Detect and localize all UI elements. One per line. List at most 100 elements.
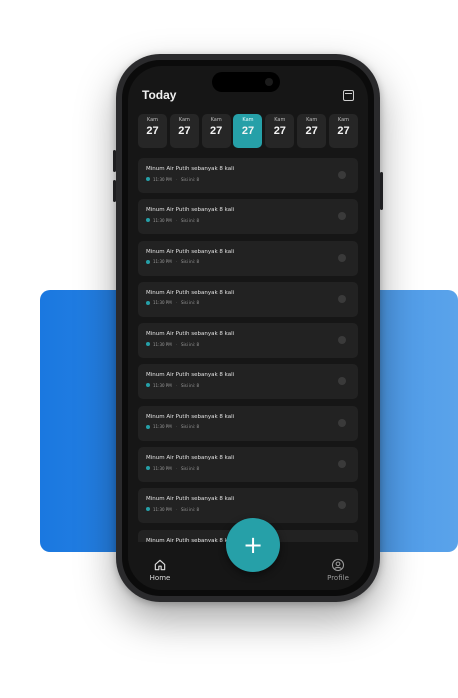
task-time: 11:30 PM [153,300,172,306]
checkbox-circle-icon[interactable] [338,171,346,179]
task-item[interactable]: Minum Air Putih sebanyak 8 kali 11:30 PM·… [138,364,358,400]
task-meta: 11:30 PM·Sisi ini: 8 [146,506,199,512]
date-strip: Kam 27 Kam 27 Kam 27 Kam 27 Kam 27 Kam 27 Kam 27 [138,114,358,148]
date-chip-number: 27 [146,125,159,137]
task-title: Minum Air Putih sebanyak 8 kali [146,248,235,255]
camera-dot [265,78,273,86]
meta-separator: · [175,382,177,388]
date-chip-day: Kam [337,117,350,123]
date-chip-day: Kam [274,117,286,123]
task-item[interactable]: Minum Air Putih sebanyak 8 kali 11:30 PM·… [138,281,358,317]
app-screen: Today Kam 27 Kam 27 Kam 27 Kam 27 Kam 27 Kam 27 Kam 2… [128,66,368,590]
task-meta: 11:30 PM·Sisi ini: 8 [146,259,199,265]
task-time: 11:30 PM [153,382,172,388]
task-meta: 11:30 PM·Sisi ini: 8 [146,424,199,430]
meta-separator: · [175,424,177,430]
checkbox-circle-icon[interactable] [338,460,346,469]
checkbox-circle-icon[interactable] [338,336,346,345]
date-chip[interactable]: Kam 27 [265,114,295,148]
meta-separator: · [175,506,177,512]
task-time: 11:30 PM [153,217,172,223]
checkbox-circle-icon[interactable] [338,418,346,427]
date-chip[interactable]: Kam 27 [297,114,327,148]
task-item[interactable]: Minum Air Putih sebanyak 8 kali 11:30 PM·… [138,447,358,483]
phone-bezel: Today Kam 27 Kam 27 Kam 27 Kam 27 Kam 27 Kam 27 Kam 2… [122,60,374,596]
task-meta: 11:30 PM·Sisi ini: 8 [146,176,199,182]
volume-down-button [113,180,116,202]
date-chip-number: 27 [241,125,255,137]
date-chip-number: 27 [273,125,286,137]
task-time: 11:30 PM [153,465,172,471]
task-item[interactable]: Minum Air Putih sebanyak 8 kali 11:30 PM·… [138,323,358,359]
status-dot-icon [146,342,150,347]
task-meta: 11:30 PM·Sisi ini: 8 [146,465,199,471]
task-title: Minum Air Putih sebanyak 8 kali [146,289,235,296]
date-chip-selected[interactable]: Kam 27 [233,114,263,148]
profile-icon [331,558,345,572]
checkbox-circle-icon[interactable] [338,501,346,510]
meta-separator: · [175,217,177,223]
checkbox-circle-icon[interactable] [338,212,346,221]
task-item[interactable]: Minum Air Putih sebanyak 8 kali 11:30 PM·… [138,199,358,235]
task-meta: 11:30 PM·Sisi ini: 8 [146,300,199,306]
task-meta: 11:30 PM·Sisi ini: 8 [146,382,199,388]
task-info: Sisi ini: 8 [180,506,199,512]
status-dot-icon [146,259,150,264]
date-chip-day: Kam [210,117,222,123]
task-meta: 11:30 PM·Sisi ini: 8 [146,217,199,223]
task-time: 11:30 PM [153,176,172,182]
date-chip-number: 27 [337,125,350,137]
date-chip-number: 27 [305,125,318,137]
presentation-stage: Today Kam 27 Kam 27 Kam 27 Kam 27 Kam 27 Kam 27 Kam 2… [0,0,458,698]
date-chip[interactable]: Kam 27 [328,114,358,148]
task-title: Minum Air Putih sebanyak 8 kali [146,207,235,214]
nav-home[interactable]: Home [140,558,180,582]
add-task-button[interactable]: + [226,518,280,572]
status-dot-icon [146,218,150,223]
task-time: 11:30 PM [153,424,172,430]
date-chip-day: Kam [242,117,254,123]
task-title: Minum Air Putih sebanyak 8 kali [146,166,235,172]
task-item[interactable]: Minum Air Putih sebanyak 8 kali 11:30 PM·… [138,158,358,193]
app-header: Today [142,88,354,106]
date-chip[interactable]: Kam 27 [138,114,167,148]
nav-profile-label: Profile [327,574,349,582]
date-chip-number: 27 [178,125,191,137]
phone-mockup: Today Kam 27 Kam 27 Kam 27 Kam 27 Kam 27 Kam 27 Kam 2… [113,54,383,602]
checkbox-circle-icon[interactable] [338,377,346,386]
bottom-nav: Home + Profile [128,518,368,590]
task-info: Sisi ini: 8 [180,176,199,182]
nav-profile[interactable]: Profile [318,558,358,582]
meta-separator: · [175,341,177,347]
task-time: 11:30 PM [153,341,172,347]
task-title: Minum Air Putih sebanyak 8 kali [146,455,235,462]
task-meta: 11:30 PM·Sisi ini: 8 [146,341,199,347]
calendar-icon[interactable] [343,90,354,101]
task-item[interactable]: Minum Air Putih sebanyak 8 kali 11:30 PM·… [138,405,358,441]
status-dot-icon [146,300,150,305]
task-title: Minum Air Putih sebanyak 8 kali [146,413,235,420]
date-chip-day: Kam [306,117,318,123]
volume-up-button [113,150,116,172]
meta-separator: · [175,259,177,265]
meta-separator: · [175,176,177,182]
task-info: Sisi ini: 8 [180,341,199,347]
task-info: Sisi ini: 8 [180,217,199,223]
checkbox-circle-icon[interactable] [338,294,346,303]
task-info: Sisi ini: 8 [180,465,199,471]
task-info: Sisi ini: 8 [180,300,199,306]
status-dot-icon [146,424,150,429]
status-dot-icon [146,383,150,388]
date-chip-number: 27 [210,125,223,137]
status-dot-icon [146,507,150,512]
date-chip[interactable]: Kam 27 [201,114,231,148]
task-time: 11:30 PM [153,259,172,265]
date-chip-day: Kam [146,117,159,123]
task-title: Minum Air Putih sebanyak 8 kali [146,496,235,503]
task-item[interactable]: Minum Air Putih sebanyak 8 kali 11:30 PM·… [138,240,358,276]
date-chip[interactable]: Kam 27 [169,114,199,148]
date-chip-day: Kam [178,117,190,123]
plus-icon: + [242,531,264,559]
task-info: Sisi ini: 8 [180,259,199,265]
checkbox-circle-icon[interactable] [338,253,346,262]
